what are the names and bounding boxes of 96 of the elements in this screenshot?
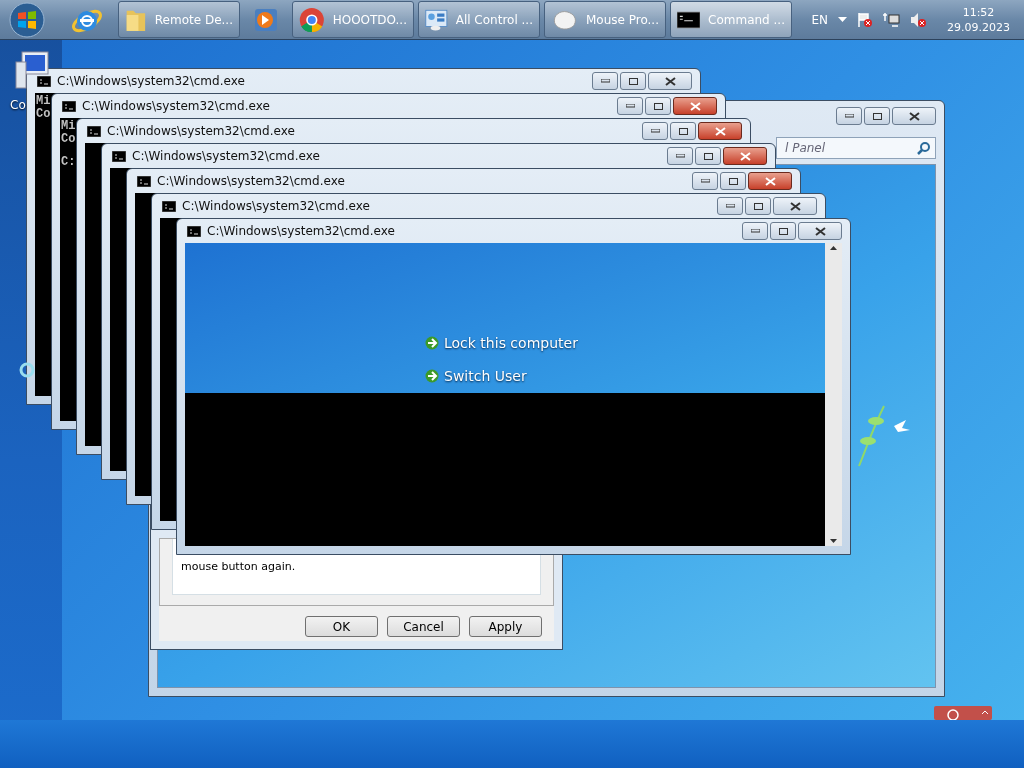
arrow-icon: [425, 336, 440, 350]
close-button[interactable]: [748, 172, 792, 190]
close-icon: [714, 126, 726, 136]
dialog-button[interactable]: OK: [305, 616, 378, 637]
console-icon: [112, 150, 126, 162]
maximize-icon: [653, 102, 663, 110]
maximize-button[interactable]: [645, 97, 671, 115]
minimize-button[interactable]: [667, 147, 693, 165]
close-button[interactable]: [698, 122, 742, 140]
console-icon: [137, 175, 151, 187]
window-title: C:\Windows\system32\cmd.exe: [207, 224, 395, 238]
close-icon: [789, 201, 801, 211]
maximize-icon: [753, 202, 763, 210]
console-text: Mi: [36, 95, 51, 108]
window-title: C:\Windows\system32\cmd.exe: [82, 99, 270, 113]
close-icon: [908, 111, 920, 121]
maximize-button[interactable]: [720, 172, 746, 190]
screen-option-link[interactable]: Lock this computer: [425, 335, 825, 351]
instruction-text: mouse button again.: [181, 560, 296, 573]
maximize-button[interactable]: [620, 72, 646, 90]
console-icon: [62, 100, 76, 112]
minimize-icon: [725, 204, 735, 208]
dialog-button[interactable]: Apply: [469, 616, 542, 637]
minimize-icon: [844, 114, 854, 118]
start-button[interactable]: [6, 1, 48, 38]
maximize-button[interactable]: [695, 147, 721, 165]
console-icon: [87, 125, 101, 137]
minimize-button[interactable]: [642, 122, 668, 140]
minimize-button[interactable]: [592, 72, 618, 90]
maximize-button[interactable]: [864, 107, 890, 125]
close-icon: [664, 76, 676, 86]
close-button[interactable]: [892, 107, 936, 125]
maximize-icon: [628, 77, 638, 85]
taskbar-button[interactable]: Command ...: [670, 1, 792, 38]
minimize-icon: [700, 179, 710, 183]
minimize-button[interactable]: [742, 222, 768, 240]
down-arrow-icon[interactable]: [830, 539, 837, 543]
flag-icon[interactable]: [857, 11, 873, 28]
console-text: Co: [61, 133, 76, 146]
window-title: C:\Windows\system32\cmd.exe: [132, 149, 320, 163]
minimize-icon: [600, 79, 610, 83]
close-icon: [689, 101, 701, 111]
maximize-button[interactable]: [670, 122, 696, 140]
dialog-button[interactable]: Cancel: [387, 616, 460, 637]
minimize-button[interactable]: [692, 172, 718, 190]
search-icon[interactable]: [917, 140, 931, 155]
minimize-icon: [675, 154, 685, 158]
search-field[interactable]: l Panel: [776, 136, 936, 159]
window-title: C:\Windows\system32\cmd.exe: [182, 199, 370, 213]
close-icon: [814, 226, 826, 236]
minimize-button[interactable]: [617, 97, 643, 115]
window-title: C:\Windows\system32\cmd.exe: [157, 174, 345, 188]
close-icon: [739, 151, 751, 161]
taskbar-button[interactable]: Mouse Pro...: [544, 1, 666, 38]
close-button[interactable]: [673, 97, 717, 115]
maximize-icon: [703, 152, 713, 160]
close-icon: [764, 176, 776, 186]
console-icon: [37, 75, 51, 87]
maximize-icon: [728, 177, 738, 185]
close-button[interactable]: [648, 72, 692, 90]
up-arrow-icon[interactable]: [830, 246, 837, 250]
desktop-icon-label[interactable]: Co: [10, 98, 26, 112]
speaker-muted-icon[interactable]: [910, 11, 927, 28]
taskbar-button[interactable]: Remote De...: [118, 1, 240, 38]
minimize-icon: [625, 104, 635, 108]
maximize-icon: [778, 227, 788, 235]
minimize-icon: [650, 129, 660, 133]
minimize-icon: [750, 229, 760, 233]
maximize-icon: [872, 112, 882, 120]
arrow-icon: [425, 369, 440, 383]
power-button[interactable]: [934, 706, 992, 720]
taskbar-button[interactable]: HOOOTDO...: [292, 1, 414, 38]
minimize-button[interactable]: [836, 107, 862, 125]
minimize-button[interactable]: [717, 197, 743, 215]
console-text: Mi: [61, 120, 76, 133]
screen-option-link[interactable]: Switch User: [425, 368, 825, 384]
media-player-icon[interactable]: [254, 7, 278, 32]
maximize-button[interactable]: [745, 197, 771, 215]
console-icon: [162, 200, 176, 212]
console-icon: [677, 8, 701, 31]
close-button[interactable]: [798, 222, 842, 240]
taskbar-button[interactable]: All Control ...: [418, 1, 540, 38]
ring-icon: [19, 362, 35, 378]
console-text: Co: [36, 108, 51, 121]
close-button[interactable]: [773, 197, 817, 215]
maximize-icon: [678, 127, 688, 135]
language-indicator[interactable]: EN: [811, 12, 828, 27]
window-title: C:\Windows\system32\cmd.exe: [107, 124, 295, 138]
window-title: C:\Windows\system32\cmd.exe: [57, 74, 245, 88]
close-button[interactable]: [723, 147, 767, 165]
caret-icon[interactable]: [838, 17, 847, 22]
maximize-button[interactable]: [770, 222, 796, 240]
console-icon: [187, 225, 201, 237]
clock[interactable]: 11:52 29.09.2023: [947, 4, 1010, 35]
console-text: C:: [61, 156, 76, 169]
network-icon[interactable]: [883, 11, 900, 28]
